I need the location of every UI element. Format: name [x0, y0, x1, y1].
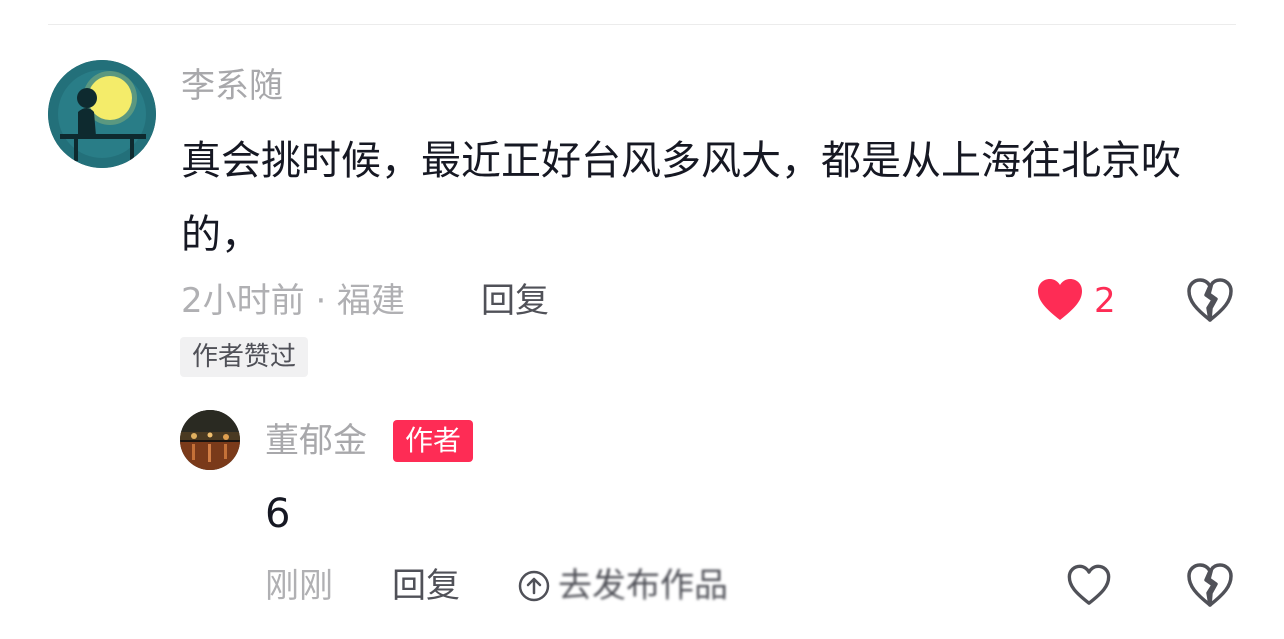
author-liked-tag: 作者赞过 — [180, 337, 309, 377]
reply-time: 刚刚 — [265, 566, 333, 606]
comment-text: 真会挑时候，最近正好台风多风大，都是从上海往北京吹的， — [181, 138, 1181, 258]
like-count: 2 — [1094, 281, 1116, 321]
comment-time-location: 2小时前 · 福建 — [181, 281, 406, 321]
reply-reply-button[interactable]: 回复 — [392, 566, 460, 606]
like-button[interactable] — [1036, 277, 1084, 323]
avatar[interactable] — [48, 60, 156, 168]
heart-outline-icon — [1067, 564, 1111, 605]
reply-like-button[interactable] — [1066, 562, 1112, 608]
reply-dislike-button[interactable] — [1186, 562, 1234, 608]
reply-button[interactable]: 回复 — [481, 281, 549, 321]
broken-heart-icon — [1187, 563, 1233, 607]
comment-username[interactable]: 李系随 — [181, 66, 283, 106]
heart-filled-icon — [1038, 279, 1082, 320]
publish-label: 去发布作品 — [558, 566, 728, 606]
top-divider — [48, 24, 1236, 25]
reply-username[interactable]: 董郁金 — [265, 421, 367, 461]
publish-prompt[interactable]: 去发布作品 — [518, 566, 728, 606]
broken-heart-icon — [1187, 278, 1233, 322]
author-badge: 作者 — [393, 420, 474, 462]
dislike-button[interactable] — [1186, 277, 1234, 323]
reply-avatar[interactable] — [180, 410, 240, 470]
reply-text: 6 — [265, 491, 291, 537]
arrow-up-circle-icon — [518, 570, 550, 602]
